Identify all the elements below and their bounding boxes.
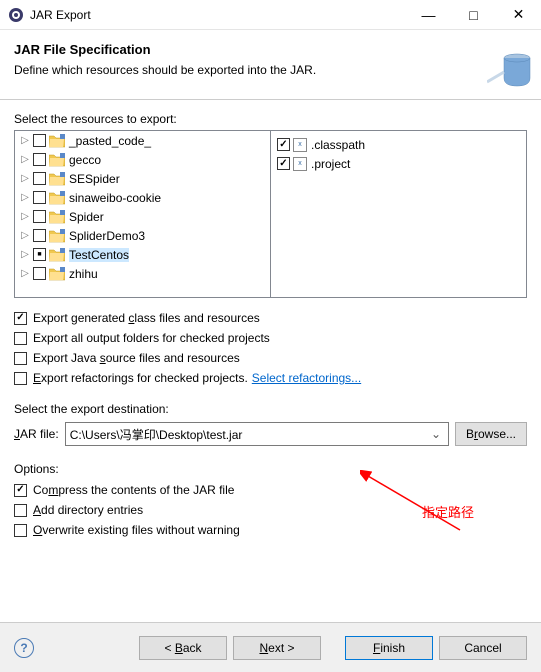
jar-file-value: C:\Users\冯掌印\Desktop\test.jar xyxy=(70,426,428,443)
select-refactorings-link[interactable]: Select refactorings... xyxy=(252,371,361,385)
checkbox-icon[interactable] xyxy=(277,138,290,151)
expand-arrow-icon[interactable]: ▷ xyxy=(17,154,33,165)
checkbox-icon[interactable] xyxy=(33,172,46,185)
resources-label: Select the resources to export: xyxy=(14,112,527,126)
expand-arrow-icon[interactable]: ▷ xyxy=(17,135,33,146)
folder-icon xyxy=(49,229,65,243)
file-item[interactable]: x .project xyxy=(271,154,526,173)
folder-icon xyxy=(49,172,65,186)
file-name: .project xyxy=(311,157,350,171)
project-name: SESpider xyxy=(69,172,120,186)
checkbox-icon[interactable] xyxy=(14,524,27,537)
checkbox-icon[interactable] xyxy=(14,504,27,517)
opt-label: Compress the contents of the JAR file xyxy=(33,483,234,497)
file-item[interactable]: x .classpath xyxy=(271,135,526,154)
project-name: Spider xyxy=(69,210,104,224)
jar-file-label: JAR file: xyxy=(14,427,59,441)
window-title: JAR Export xyxy=(30,8,406,22)
browse-button[interactable]: Browse... xyxy=(455,422,527,446)
opt-label: Export Java source files and resources xyxy=(33,351,240,365)
header-title: JAR File Specification xyxy=(14,42,527,57)
folder-icon xyxy=(49,191,65,205)
checkbox-icon[interactable] xyxy=(33,210,46,223)
opt-label: Overwrite existing files without warning xyxy=(33,523,240,537)
file-icon: x xyxy=(293,157,307,171)
opt-refactorings[interactable]: Export refactorings for checked projects… xyxy=(14,368,527,388)
checkbox-icon[interactable] xyxy=(14,484,27,497)
project-name: _pasted_code_ xyxy=(69,134,151,148)
chevron-down-icon[interactable]: ⌄ xyxy=(428,427,444,441)
checkbox-icon[interactable] xyxy=(14,352,27,365)
checkbox-icon[interactable] xyxy=(14,332,27,345)
minimize-button[interactable]: — xyxy=(406,0,451,30)
checkbox-icon[interactable] xyxy=(14,372,27,385)
opt-overwrite[interactable]: Overwrite existing files without warning xyxy=(14,520,527,540)
opt-output-folders[interactable]: Export all output folders for checked pr… xyxy=(14,328,527,348)
folder-icon xyxy=(49,248,65,262)
jar-file-combo[interactable]: C:\Users\冯掌印\Desktop\test.jar ⌄ xyxy=(65,422,449,446)
titlebar: JAR Export — □ ✕ xyxy=(0,0,541,30)
app-icon xyxy=(8,7,24,23)
expand-arrow-icon[interactable]: ▷ xyxy=(17,268,33,279)
tree-item[interactable]: ▷ SESpider xyxy=(15,169,270,188)
opt-label: Add directory entries xyxy=(33,503,143,517)
folder-icon xyxy=(49,210,65,224)
checkbox-icon[interactable] xyxy=(277,157,290,170)
opt-compress[interactable]: Compress the contents of the JAR file xyxy=(14,480,527,500)
dialog-header: JAR File Specification Define which reso… xyxy=(0,30,541,100)
project-name: TestCentos xyxy=(69,248,129,262)
tree-item[interactable]: ▷ TestCentos xyxy=(15,245,270,264)
project-name: SpliderDemo3 xyxy=(69,229,145,243)
next-button[interactable]: Next > xyxy=(233,636,321,660)
annotation-text: 指定路径 xyxy=(422,502,474,521)
destination-label: Select the export destination: xyxy=(14,402,527,416)
tree-item[interactable]: ▷ gecco xyxy=(15,150,270,169)
expand-arrow-icon[interactable]: ▷ xyxy=(17,211,33,222)
checkbox-icon[interactable] xyxy=(33,229,46,242)
tree-item[interactable]: ▷ _pasted_code_ xyxy=(15,131,270,150)
cancel-button[interactable]: Cancel xyxy=(439,636,527,660)
project-tree[interactable]: ▷ _pasted_code_ ▷ gecco ▷ SESpider ▷ sinaweibo-… xyxy=(15,131,271,297)
tree-item[interactable]: ▷ sinaweibo-cookie xyxy=(15,188,270,207)
expand-arrow-icon[interactable]: ▷ xyxy=(17,249,33,260)
opt-java-source[interactable]: Export Java source files and resources xyxy=(14,348,527,368)
file-icon: x xyxy=(293,138,307,152)
project-name: sinaweibo-cookie xyxy=(69,191,161,205)
file-list[interactable]: x .classpath x .project xyxy=(271,131,526,297)
maximize-button[interactable]: □ xyxy=(451,0,496,30)
project-name: gecco xyxy=(69,153,101,167)
opt-generated[interactable]: Export generated class files and resourc… xyxy=(14,308,527,328)
close-button[interactable]: ✕ xyxy=(496,0,541,30)
opt-label: Export all output folders for checked pr… xyxy=(33,331,270,345)
expand-arrow-icon[interactable]: ▷ xyxy=(17,173,33,184)
project-name: zhihu xyxy=(69,267,98,281)
tree-item[interactable]: ▷ SpliderDemo3 xyxy=(15,226,270,245)
tree-item[interactable]: ▷ zhihu xyxy=(15,264,270,283)
opt-label: Export generated class files and resourc… xyxy=(33,311,260,325)
jar-icon xyxy=(487,46,535,94)
file-name: .classpath xyxy=(311,138,365,152)
resources-panel: ▷ _pasted_code_ ▷ gecco ▷ SESpider ▷ sinaweibo-… xyxy=(14,130,527,298)
finish-button[interactable]: Finish xyxy=(345,636,433,660)
back-button[interactable]: < Back xyxy=(139,636,227,660)
folder-icon xyxy=(49,267,65,281)
folder-icon xyxy=(49,134,65,148)
checkbox-icon[interactable] xyxy=(33,248,46,261)
expand-arrow-icon[interactable]: ▷ xyxy=(17,230,33,241)
expand-arrow-icon[interactable]: ▷ xyxy=(17,192,33,203)
header-subtitle: Define which resources should be exporte… xyxy=(14,63,527,77)
folder-icon xyxy=(49,153,65,167)
footer: ? < Back Next > Finish Cancel xyxy=(0,622,541,672)
opt-label: Export refactorings for checked projects… xyxy=(33,371,248,385)
checkbox-icon[interactable] xyxy=(33,267,46,280)
checkbox-icon[interactable] xyxy=(33,153,46,166)
checkbox-icon[interactable] xyxy=(33,191,46,204)
checkbox-icon[interactable] xyxy=(14,312,27,325)
checkbox-icon[interactable] xyxy=(33,134,46,147)
tree-item[interactable]: ▷ Spider xyxy=(15,207,270,226)
options-label: Options: xyxy=(14,462,527,476)
export-options: Export generated class files and resourc… xyxy=(14,308,527,388)
help-icon[interactable]: ? xyxy=(14,638,34,658)
